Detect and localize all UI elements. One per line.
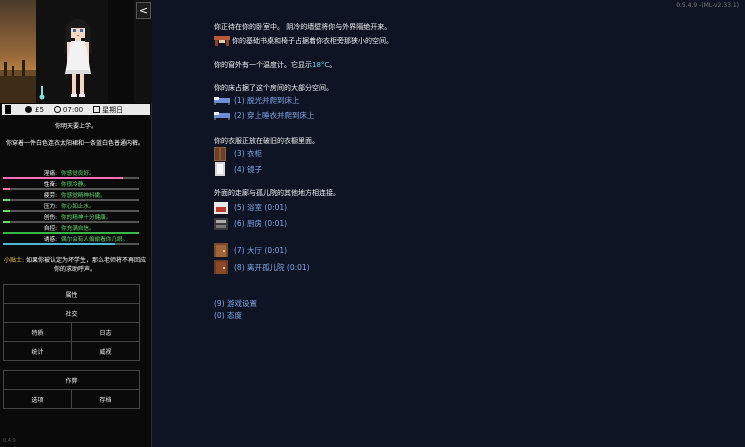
stat-bar <box>3 232 139 234</box>
option-bathroom[interactable]: (5) 浴室 (0:01) <box>234 202 287 213</box>
tip-box: 小贴士: 如果你被认定为坏学生，那么老师将不再回应你的求助呼声。 <box>4 256 146 274</box>
stat-bar-fill <box>3 199 10 201</box>
stat-value: 你心如止水。 <box>61 204 95 210</box>
stat-bar <box>3 210 139 212</box>
time-value: 07:00 <box>62 105 84 114</box>
hall-door-icon <box>214 243 228 257</box>
stat-label: 压力: <box>43 204 57 210</box>
stat-bar-fill <box>3 243 115 245</box>
option-mirror[interactable]: (4) 镜子 <box>234 164 262 175</box>
stat-trauma: 创伤: 你的精神十分健康。 <box>3 213 139 223</box>
option-wardrobe[interactable]: (3) 衣柜 <box>234 148 262 159</box>
stat-bar <box>3 177 139 179</box>
stat-label: 疲劳: <box>43 193 57 199</box>
saves-button[interactable]: 存档 <box>71 389 140 409</box>
room-intro: 你正待在你的卧室中。 阴冷的墙壁将你与外界隔绝开来。 <box>214 23 392 31</box>
stat-bar-fill <box>3 188 10 190</box>
stat-label: 自控: <box>43 226 57 232</box>
game-version: 0.5.4.9 -(ML-v2.33.1) <box>676 2 739 9</box>
option-attitude[interactable]: (0) 态度 <box>214 310 242 321</box>
money-value: £5 <box>35 105 44 114</box>
main-panel: 0.5.4.9 -(ML-v2.33.1) 你正待在你的卧室中。 阴冷的墙壁将你… <box>152 0 745 447</box>
tip-label: 小贴士: <box>4 257 25 264</box>
stat-value: 你感觉良好。 <box>61 171 95 177</box>
stat-value: 你很冷静。 <box>61 182 89 188</box>
stat-label: 性奋: <box>43 182 57 188</box>
option-kitchen[interactable]: (6) 厨房 (0:01) <box>234 218 287 229</box>
furniture-text: 你的基础书桌和椅子占据着你衣柜旁那狭小的空间。 <box>232 37 393 45</box>
hall-text: 外面的走廊与孤儿院的其他地方相连接。 <box>214 189 340 197</box>
wall-shadow <box>108 0 134 103</box>
stat-label: 诱惑: <box>43 237 57 243</box>
menu-grid-main: 属性 社交 特质 日志 统计 威视 <box>3 284 140 361</box>
stat-arousal: 性奋: 你很冷静。 <box>3 180 139 190</box>
stat-fatigue: 疲劳: 你感觉精神抖擞。 <box>3 191 139 201</box>
stat-bar <box>3 199 139 201</box>
collapse-sidebar-button[interactable]: < <box>136 2 151 19</box>
menu-grid-system: 作弊 选项 存档 <box>3 370 140 409</box>
statistics-button[interactable]: 统计 <box>3 341 72 361</box>
school-reminder: 你明天要上学。 <box>54 123 97 130</box>
character-portrait: < <box>0 0 152 103</box>
stat-label: 淫痛: <box>43 171 57 177</box>
attributes-button[interactable]: 属性 <box>3 284 140 304</box>
stat-value: 你的精神十分健康。 <box>61 215 112 221</box>
mirror-icon <box>215 162 225 176</box>
thermometer-icon <box>39 86 45 100</box>
window-suffix: 。 <box>329 61 337 69</box>
wardrobe-icon <box>214 147 226 161</box>
stat-bar-fill <box>3 210 10 212</box>
option-strip-to-bed[interactable]: (1) 脱光并爬到床上 <box>234 95 300 106</box>
sidebar-version: 0.4.9 <box>3 438 16 444</box>
stat-allure: 诱惑: 偶尔会有人偷偷看你几眼。 <box>3 235 139 245</box>
calendar-icon <box>93 106 101 113</box>
stat-value: 你充满自信。 <box>61 226 95 232</box>
clothing-description: 你穿着一件白色连衣太阳裙和一条蓝白色普通内裤。 <box>5 140 144 147</box>
bed-icon <box>214 97 230 105</box>
wardrobe-text: 你的衣服正放在破旧的衣橱里面。 <box>214 137 319 145</box>
bed-text: 你的床占据了这个房间的大部分空间。 <box>214 84 333 92</box>
temperature-value: 18°C <box>312 61 330 69</box>
stat-bar <box>3 188 139 190</box>
kitchen-icon <box>214 218 228 230</box>
stat-stress: 压力: 你心如止水。 <box>3 202 139 212</box>
bed-icon <box>214 112 230 120</box>
stat-value: 你感觉精神抖擞。 <box>61 193 106 199</box>
desk-icon <box>214 36 230 46</box>
traits-button[interactable]: 特质 <box>3 322 72 342</box>
cheats-button[interactable]: 作弊 <box>3 370 140 390</box>
stat-bar-fill <box>3 177 123 179</box>
money-icon <box>25 106 32 113</box>
stat-bar-fill <box>3 232 139 234</box>
option-game-settings[interactable]: (9) 游戏设置 <box>214 298 257 309</box>
stat-bar <box>3 221 139 223</box>
stat-value: 偶尔会有人偷偷看你几眼。 <box>61 237 129 243</box>
character-sprite <box>64 19 92 97</box>
bathroom-icon <box>214 202 228 214</box>
stat-control: 自控: 你充满自信。 <box>3 224 139 234</box>
exit-door-icon <box>214 260 228 274</box>
option-leave-orphanage[interactable]: (8) 离开孤儿院 (0:01) <box>234 262 310 273</box>
option-pajamas-to-bed[interactable]: (2) 穿上睡衣并爬到床上 <box>234 110 315 121</box>
status-indicator <box>5 105 11 114</box>
options-button[interactable]: 选项 <box>3 389 72 409</box>
stat-bar <box>3 243 139 245</box>
stat-label: 创伤: <box>43 215 57 221</box>
stat-pain: 淫痛: 你感觉良好。 <box>3 169 139 179</box>
window-prefix: 你的窗外有一个温度计。它显示 <box>214 61 312 69</box>
window-scenery-image <box>0 0 36 103</box>
option-hall[interactable]: (7) 大厅 (0:01) <box>234 245 287 256</box>
reputation-button[interactable]: 威视 <box>71 341 140 361</box>
day-value: 星期日 <box>102 105 124 114</box>
stat-bar-fill <box>3 221 10 223</box>
sidebar: < £5 07:00 星期日 你明天要上学。 你穿着一件白色连衣太阳裙和一条蓝白… <box>0 0 152 447</box>
journal-button[interactable]: 日志 <box>71 322 140 342</box>
status-bar: £5 07:00 星期日 <box>2 104 150 115</box>
social-button[interactable]: 社交 <box>3 303 140 323</box>
window-text: 你的窗外有一个温度计。它显示18°C。 <box>214 60 336 70</box>
tip-text: 如果你被认定为坏学生，那么老师将不再回应你的求助呼声。 <box>25 257 146 273</box>
clock-icon <box>53 106 61 113</box>
